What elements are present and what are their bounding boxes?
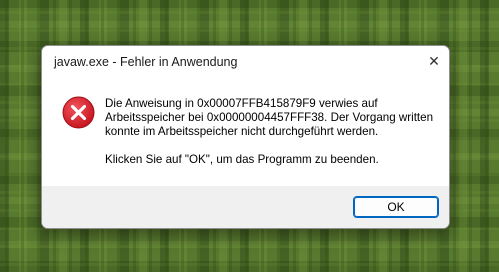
- close-button[interactable]: ✕: [419, 46, 449, 77]
- dialog-title: javaw.exe - Fehler in Anwendung: [54, 55, 238, 69]
- error-message: Die Anweisung in 0x00007FFB415879F9 verw…: [105, 97, 435, 167]
- message-line: Die Anweisung in 0x00007FFB415879F9 verw…: [105, 97, 378, 110]
- message-line: Arbeitsspeicher bei 0x00000004457FFF38. …: [105, 111, 434, 124]
- error-dialog: javaw.exe - Fehler in Anwendung ✕ Die An…: [41, 45, 450, 229]
- message-area: Die Anweisung in 0x00007FFB415879F9 verw…: [42, 77, 449, 186]
- message-line: Klicken Sie auf "OK", um das Programm zu…: [105, 153, 379, 166]
- ok-button[interactable]: OK: [353, 196, 439, 218]
- title-bar[interactable]: javaw.exe - Fehler in Anwendung ✕: [42, 46, 449, 77]
- error-icon: [62, 96, 95, 129]
- message-line: konnte im Arbeitsspeicher nicht durchgef…: [105, 125, 379, 138]
- button-bar: OK: [42, 186, 449, 228]
- close-icon: ✕: [428, 53, 440, 69]
